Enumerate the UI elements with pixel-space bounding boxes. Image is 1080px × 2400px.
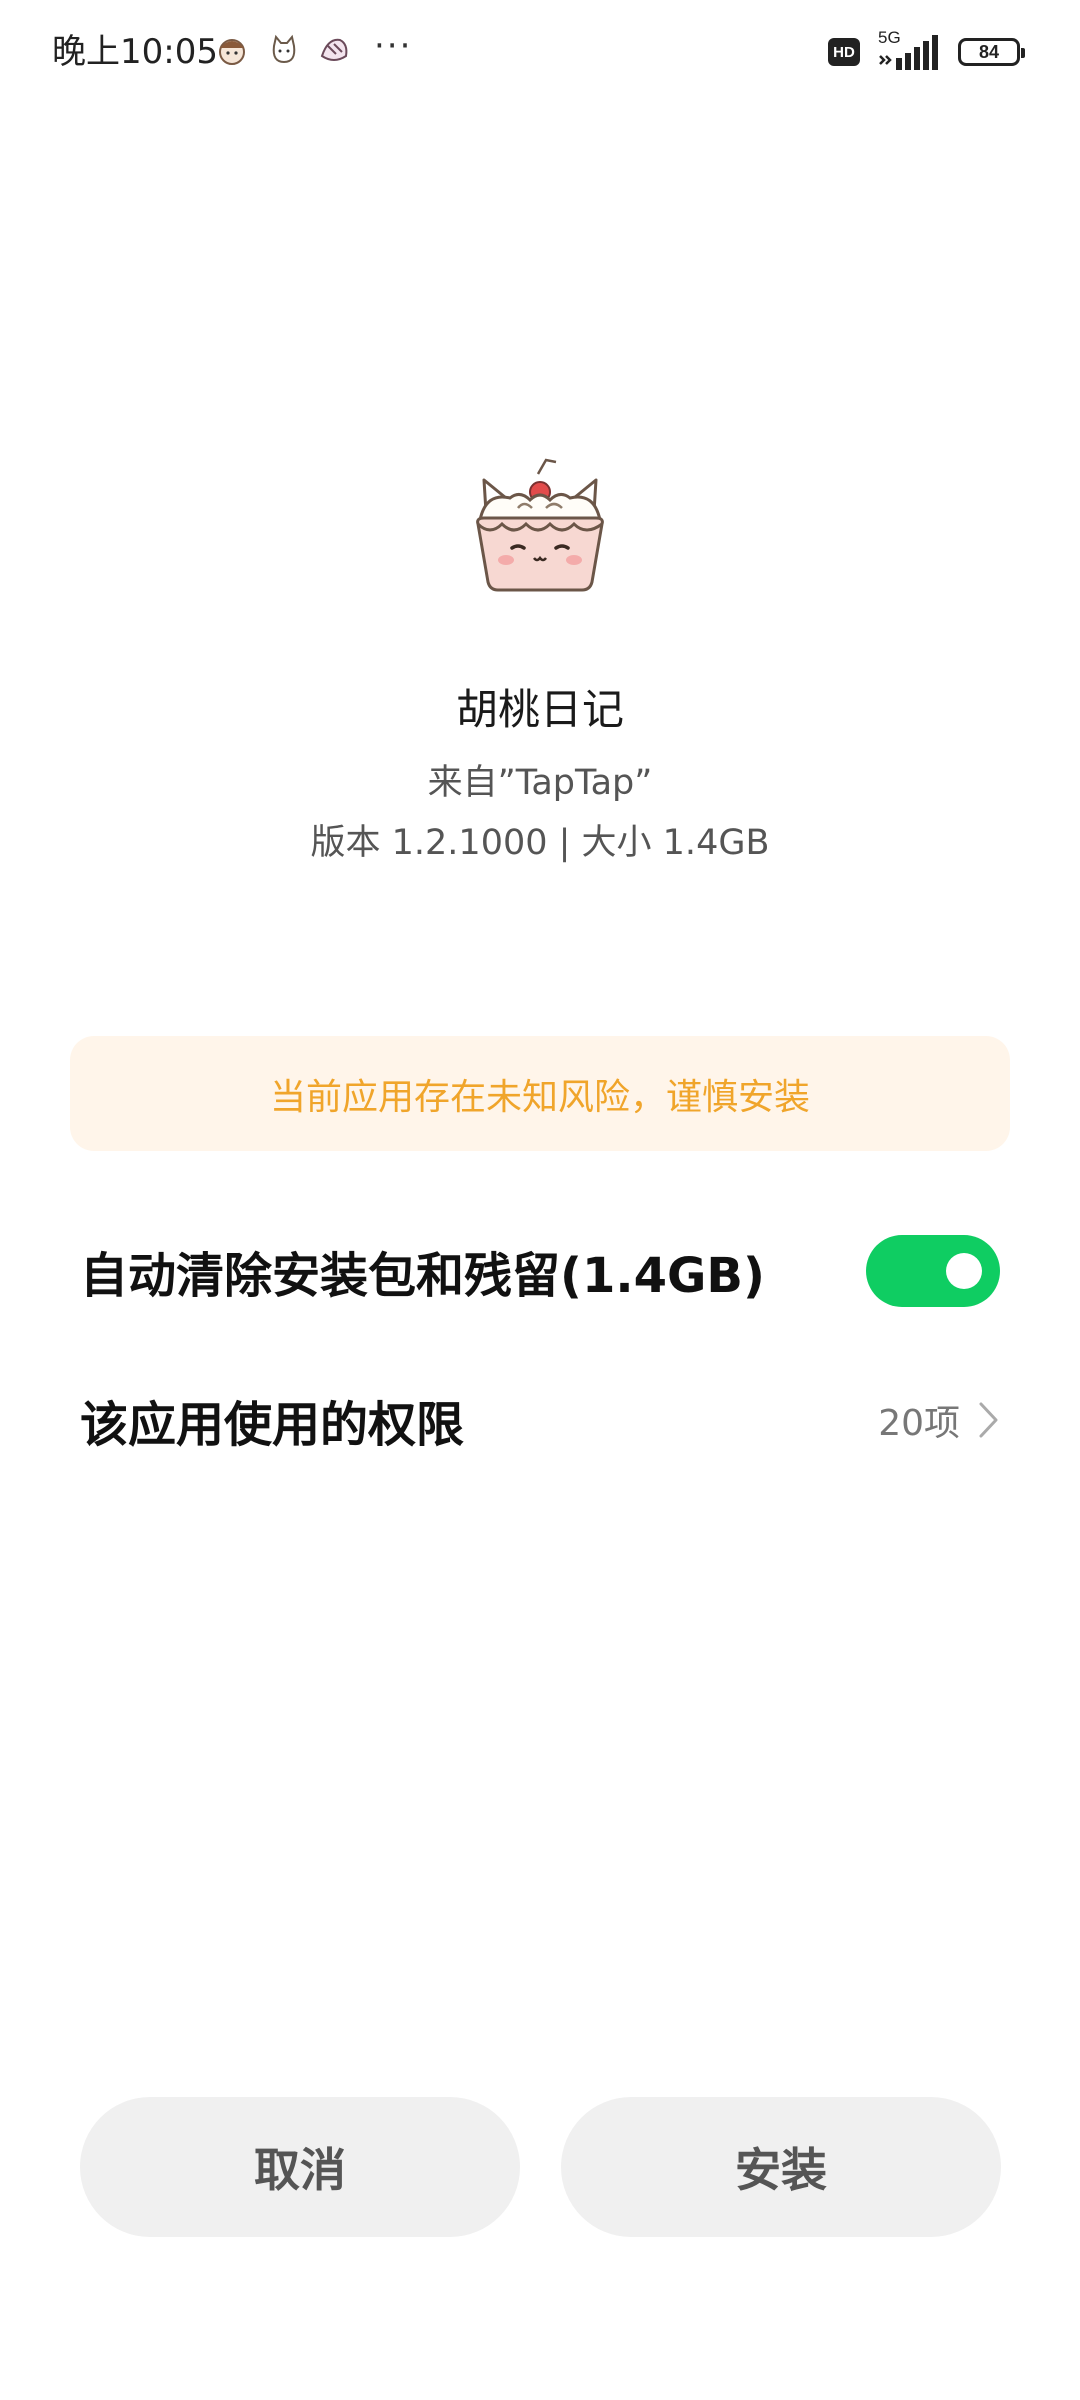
notification-cat-icon: [272, 34, 296, 64]
chevron-right-icon: [979, 1402, 998, 1438]
app-source: 来自”TapTap”: [427, 763, 653, 803]
auto-clean-label: 自动清除安装包和残留(1.4GB): [80, 1248, 765, 1304]
install-button[interactable]: 安装: [561, 2097, 1001, 2237]
auto-clean-row: 自动清除安装包和残留(1.4GB): [80, 1221, 1000, 1321]
permissions-label: 该应用使用的权限: [80, 1397, 465, 1453]
cancel-button[interactable]: 取消: [80, 2097, 520, 2237]
permissions-count: 20项: [878, 1403, 960, 1444]
hd-voice-icon: HD: [828, 38, 860, 66]
status-time: 晚上10:05: [52, 32, 218, 72]
battery-icon: 84: [958, 38, 1025, 66]
battery-level: 84: [978, 41, 1000, 62]
permissions-row[interactable]: 该应用使用的权限 20项: [80, 1370, 1000, 1470]
status-indicators: HD 5G 84: [828, 28, 1025, 74]
app-version-size: 版本 1.2.1000 | 大小 1.4GB: [310, 823, 770, 863]
cat-cupcake-icon: [476, 458, 604, 592]
risk-warning-text: 当前应用存在未知风险，谨慎安装: [269, 1076, 810, 1118]
install-screen: 晚上10:05 ··· HD 5G 84 胡桃日记 来自”TapTap” 版本 …: [0, 0, 1080, 2400]
status-bar: 晚上10:05 ··· HD 5G 84: [0, 0, 1080, 105]
notification-avatar-icon: [219, 39, 245, 65]
auto-clean-toggle[interactable]: [866, 1235, 1000, 1307]
toggle-knob: [946, 1253, 982, 1289]
more-notifications-icon: ···: [374, 26, 413, 66]
risk-warning-banner: 当前应用存在未知风险，谨慎安装: [70, 1036, 1010, 1151]
signal-icon: 5G: [874, 28, 944, 72]
app-name: 胡桃日记: [455, 685, 624, 734]
notification-character-icon: [320, 38, 348, 61]
permissions-summary: 20项: [878, 1394, 1000, 1446]
